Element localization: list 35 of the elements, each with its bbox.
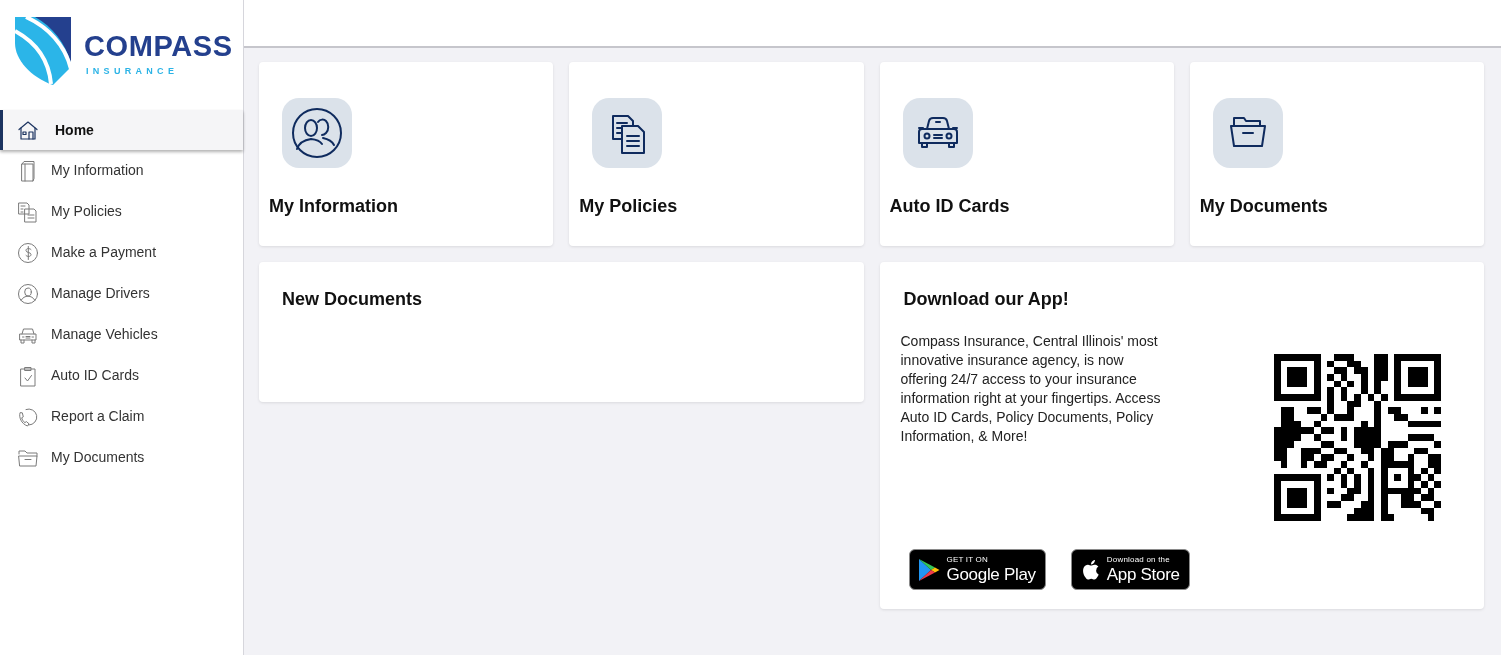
sidebar-item[interactable]: My Documents [0, 437, 243, 478]
sidebar-item[interactable]: My Policies [0, 191, 243, 232]
house-icon [17, 119, 39, 141]
shortcut-card[interactable]: Auto ID Cards [879, 62, 1174, 246]
tile-title: My Information [269, 195, 398, 217]
dollar-circle-icon [17, 241, 39, 264]
card-heading: Download our App! [903, 288, 1069, 310]
documents-icon [592, 98, 663, 168]
clipboard-check-icon [17, 364, 39, 387]
store-badge-link[interactable]: GET IT ON Google Play [908, 549, 1046, 590]
logo-tagline: INSURANCE [86, 67, 179, 76]
phone-circle-icon [17, 405, 39, 428]
person-circle-icon [17, 282, 39, 305]
car-icon [902, 98, 973, 168]
sidebar-item[interactable]: Manage Vehicles [0, 314, 243, 355]
play-triangle-icon [917, 557, 940, 582]
sidebar-item[interactable]: My Information [0, 150, 243, 191]
tile-title: My Policies [579, 195, 678, 217]
logo-wordmark: COMPASS [84, 32, 233, 61]
shortcut-card[interactable]: My Policies [569, 62, 864, 246]
documents-icon [17, 200, 39, 223]
shortcut-card[interactable]: My Information [259, 62, 554, 246]
store-badge-link[interactable]: Download on the App Store [1070, 549, 1190, 590]
shortcut-card[interactable]: My Documents [1189, 62, 1484, 246]
sidebar-item[interactable]: Manage Drivers [0, 273, 243, 314]
folder-icon [1212, 98, 1283, 168]
sidebar-item[interactable]: Auto ID Cards [0, 355, 243, 396]
sidebar-item[interactable]: Home [0, 110, 243, 150]
card-heading: New Documents [282, 288, 423, 310]
tile-title: My Documents [1199, 195, 1328, 217]
sidebar-item[interactable]: Report a Claim [0, 396, 243, 437]
tile-title: Auto ID Cards [889, 195, 1010, 217]
sidebar-item[interactable]: Make a Payment [0, 232, 243, 273]
shield-logo-icon [15, 17, 71, 85]
promo-text: Compass Insurance, Central Illinois' most innovative insurance agency, is now offering 24/7 access to your insurance information right at your fingertips. Access Auto ID Cards, Policy Documents, Policy Information, & More! [900, 332, 1162, 446]
